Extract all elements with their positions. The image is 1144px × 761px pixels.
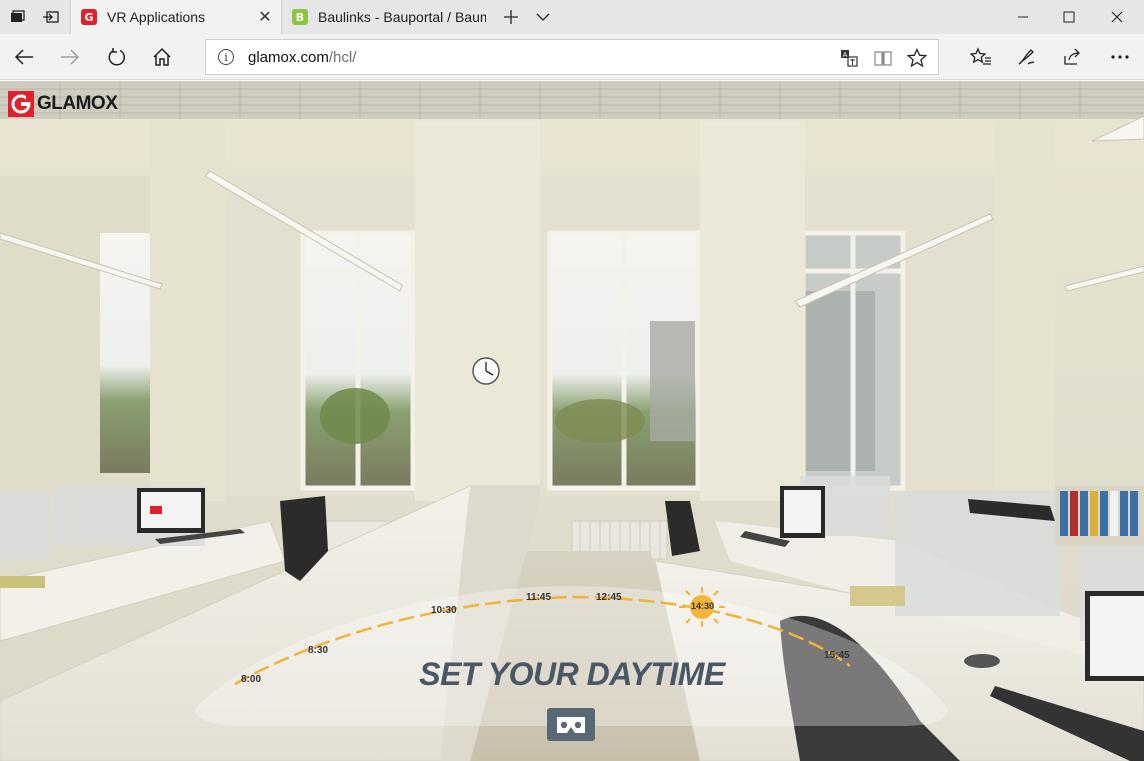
url-text: glamox.com/hcl/ [248,49,357,66]
minimize-icon[interactable] [1000,0,1046,34]
favorites-hub-icon[interactable] [963,40,999,74]
time-option[interactable]: 12:45 [596,592,622,603]
tab-title: Baulinks - Bauportal / Baum [318,9,486,25]
glamox-logo: GLAMOX [8,91,118,117]
address-bar[interactable]: i glamox.com/hcl/ A [205,39,939,75]
tab-vr-applications[interactable]: G VR Applications ✕ [70,0,282,34]
tab-manager-icon[interactable] [0,0,34,34]
vr-cardboard-button[interactable] [547,708,595,741]
close-tab-icon[interactable]: ✕ [257,9,273,26]
vr-viewer[interactable]: GLAMOX 8:00 8:30 10:30 11:45 12:45 14:30… [0,81,1144,761]
baulinks-favicon-icon: B [292,9,308,25]
tab-bar: G VR Applications ✕ B Baulinks - Bauport… [0,0,1144,34]
translate-icon[interactable]: A [838,47,860,69]
tab-baulinks[interactable]: B Baulinks - Bauportal / Baum [282,0,492,34]
glamox-logo-icon [8,91,34,117]
forward-arrow-icon[interactable] [52,40,88,74]
close-window-icon[interactable] [1094,0,1140,34]
web-note-pen-icon[interactable] [1008,40,1044,74]
home-icon[interactable] [144,40,180,74]
navigation-bar: i glamox.com/hcl/ A [0,34,1144,80]
tab-preview-chevron-down-icon[interactable] [526,0,560,34]
glamox-favicon-icon: G [81,9,97,25]
time-option[interactable]: 8:30 [308,645,328,656]
tab-title: VR Applications [107,9,206,25]
refresh-icon[interactable] [99,40,135,74]
time-option-selected[interactable]: 14:30 [691,601,714,611]
time-option[interactable]: 11:45 [526,592,551,603]
favorite-star-icon[interactable] [906,47,928,69]
share-icon[interactable] [1054,40,1090,74]
site-info-icon[interactable]: i [218,49,234,65]
vr-goggles-icon [557,716,585,733]
set-daytime-title: SET YOUR DAYTIME [419,656,725,692]
logo-text: GLAMOX [37,93,118,114]
more-options-icon[interactable] [1102,40,1138,74]
new-tab-icon[interactable] [494,0,528,34]
back-arrow-icon[interactable] [6,40,42,74]
maximize-icon[interactable] [1046,0,1092,34]
reading-view-icon[interactable] [872,47,894,69]
time-option[interactable]: 10:30 [431,605,457,616]
svg-text:A: A [843,51,848,59]
set-aside-tabs-icon[interactable] [34,0,68,34]
